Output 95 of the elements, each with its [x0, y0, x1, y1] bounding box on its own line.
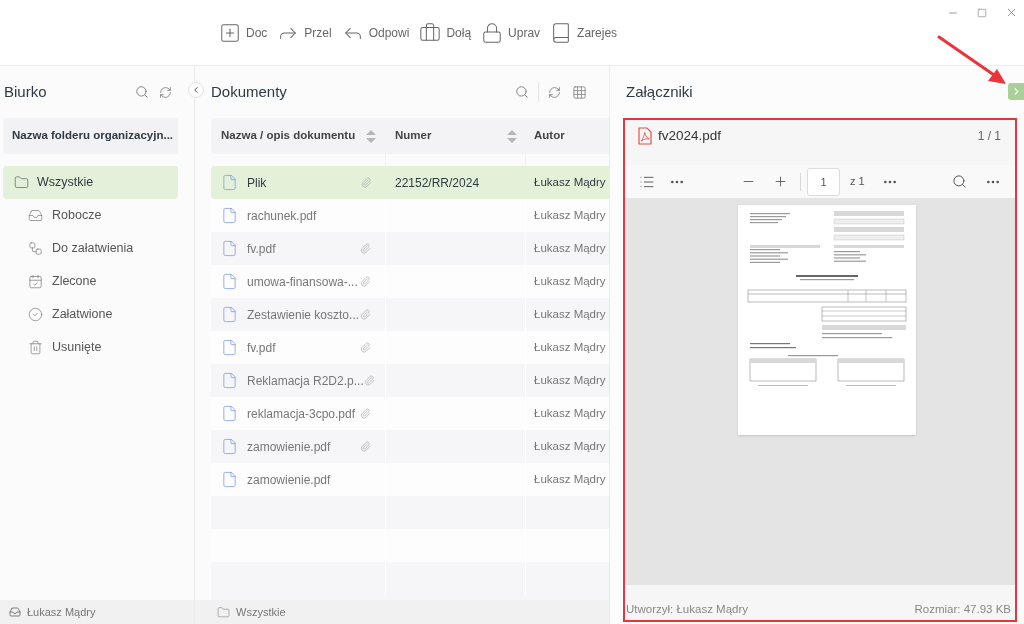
sidebar-item-label: Zlecone [52, 273, 97, 291]
document-name: fv.pdf [247, 240, 276, 258]
collapse-panel-button[interactable] [1008, 82, 1024, 100]
document-name: zamowienie.pdf [247, 438, 331, 456]
briefcase-icon [419, 22, 442, 44]
sidebar-item-label: Do załatwienia [52, 240, 134, 258]
table-row[interactable]: fv.pdf Łukasz Mądry [211, 232, 609, 265]
panel-title: Załączniki [626, 81, 693, 102]
file-icon [221, 240, 238, 257]
document-author: Łukasz Mądry [534, 273, 606, 289]
sidebar-item-label: Załatwione [52, 306, 113, 324]
table-row[interactable]: Plik 22152/RR/2024 Łukasz Mądry [211, 166, 609, 199]
table-grid-icon[interactable] [572, 84, 587, 100]
chevron-left-icon [191, 85, 201, 95]
pdf-file-icon [638, 127, 652, 145]
close-icon[interactable] [1005, 6, 1018, 19]
sidebar-item[interactable]: Usunięte [3, 331, 178, 364]
plus-square-icon [219, 22, 241, 44]
file-icon [221, 273, 238, 290]
document-name: Zestawienie koszto... [247, 306, 360, 324]
toolbar-button[interactable]: Dołą [419, 21, 472, 45]
document-name: fv.pdf [247, 339, 276, 357]
file-icon [221, 471, 238, 488]
document-author: Łukasz Mądry [534, 405, 606, 421]
sidebar-item[interactable]: Wszystkie [3, 166, 178, 199]
search-icon[interactable] [515, 85, 529, 99]
document-author: Łukasz Mądry [534, 240, 606, 256]
document-name: Reklamacja R2D2.p... [247, 372, 364, 390]
table-row[interactable]: Reklamacja R2D2.p... Łukasz Mądry [211, 364, 609, 397]
document-name: zamowienie.pdf [247, 471, 331, 489]
calendar-check-icon [28, 274, 43, 289]
document-author: Łukasz Mądry [534, 471, 606, 487]
zoom-in-icon[interactable] [773, 174, 788, 189]
document-name: rachunek.pdf [247, 207, 317, 225]
document-name: reklamacja-3cpo.pdf [247, 405, 356, 423]
sidebar-item-label: Wszystkie [37, 174, 94, 192]
page-count: 1 / 1 [977, 128, 1001, 145]
page-total: z 1 [850, 174, 865, 190]
file-icon [221, 174, 238, 191]
file-size: Rozmiar: 47.93 KB [914, 601, 1011, 617]
file-icon [221, 372, 238, 389]
document-author: Łukasz Mądry [534, 174, 606, 190]
sidebar-item[interactable]: Do załatwienia [3, 232, 178, 265]
table-row[interactable]: zamowienie.pdf Łukasz Mądry [211, 430, 609, 463]
file-icon [221, 438, 238, 455]
file-icon [221, 207, 238, 224]
sidebar-item[interactable]: Robocze [3, 199, 178, 232]
sort-icon[interactable] [366, 129, 376, 143]
attachment-file-name[interactable]: fv2024.pdf [658, 125, 722, 147]
search-icon[interactable] [135, 85, 149, 99]
tray-icon [9, 606, 21, 618]
toolbar-button[interactable]: Przel [277, 21, 332, 45]
sidebar-item-label: Robocze [52, 207, 102, 225]
column-header[interactable]: Nazwa / opis dokumentu [211, 118, 386, 154]
toolbar-button[interactable]: Zarejes [550, 21, 618, 45]
tray-icon [28, 208, 43, 223]
document-author: Łukasz Mądry [534, 438, 606, 454]
created-by: Utworzył: Łukasz Mądry [626, 601, 749, 617]
file-icon [221, 405, 238, 422]
refresh-icon[interactable] [548, 85, 561, 99]
file-icon [221, 306, 238, 323]
sidebar-item[interactable]: Załatwione [3, 298, 178, 331]
toolbar-button[interactable]: Doc [219, 21, 268, 45]
document-author: Łukasz Mądry [534, 339, 606, 355]
document-author: Łukasz Mądry [534, 372, 606, 388]
check-circle-icon [28, 307, 43, 322]
page-number-field[interactable]: 1 [807, 167, 840, 196]
folder-icon [14, 175, 29, 190]
document-name: umowa-finansowa-... [247, 273, 358, 291]
document-author: Łukasz Mądry [534, 306, 606, 322]
document-number: 22152/RR/2024 [395, 174, 480, 192]
panel-title: Biurko [4, 81, 47, 102]
nodes-icon [28, 241, 43, 256]
search-icon[interactable] [952, 174, 967, 189]
panel-title: Dokumenty [211, 81, 287, 102]
annotation-arrow [936, 34, 1008, 86]
trash-icon [28, 340, 43, 355]
toolbar-button[interactable]: Uprav [481, 21, 541, 45]
sidebar-item[interactable]: Zlecone [3, 265, 178, 298]
sort-icon[interactable] [507, 129, 517, 143]
column-header[interactable]: Numer [386, 118, 526, 154]
document-name: Plik [247, 174, 267, 192]
document-author: Łukasz Mądry [534, 207, 606, 223]
folder-name-card[interactable]: Nazwa folderu organizacyjn... [3, 118, 178, 154]
status-user: Łukasz Mądry [27, 604, 96, 620]
file-icon [221, 339, 238, 356]
toolbar-button[interactable]: Odpowi [341, 21, 410, 45]
maximize-icon[interactable] [977, 7, 987, 18]
sidebar-item-label: Usunięte [52, 339, 102, 357]
table-row[interactable]: Zestawienie koszto... Łukasz Mądry [211, 298, 609, 331]
refresh-icon[interactable] [159, 85, 172, 99]
status-folder: Wszystkie [236, 604, 286, 620]
folder-icon [217, 605, 230, 619]
column-header[interactable]: Autor [526, 118, 606, 154]
lock-icon [481, 22, 504, 44]
